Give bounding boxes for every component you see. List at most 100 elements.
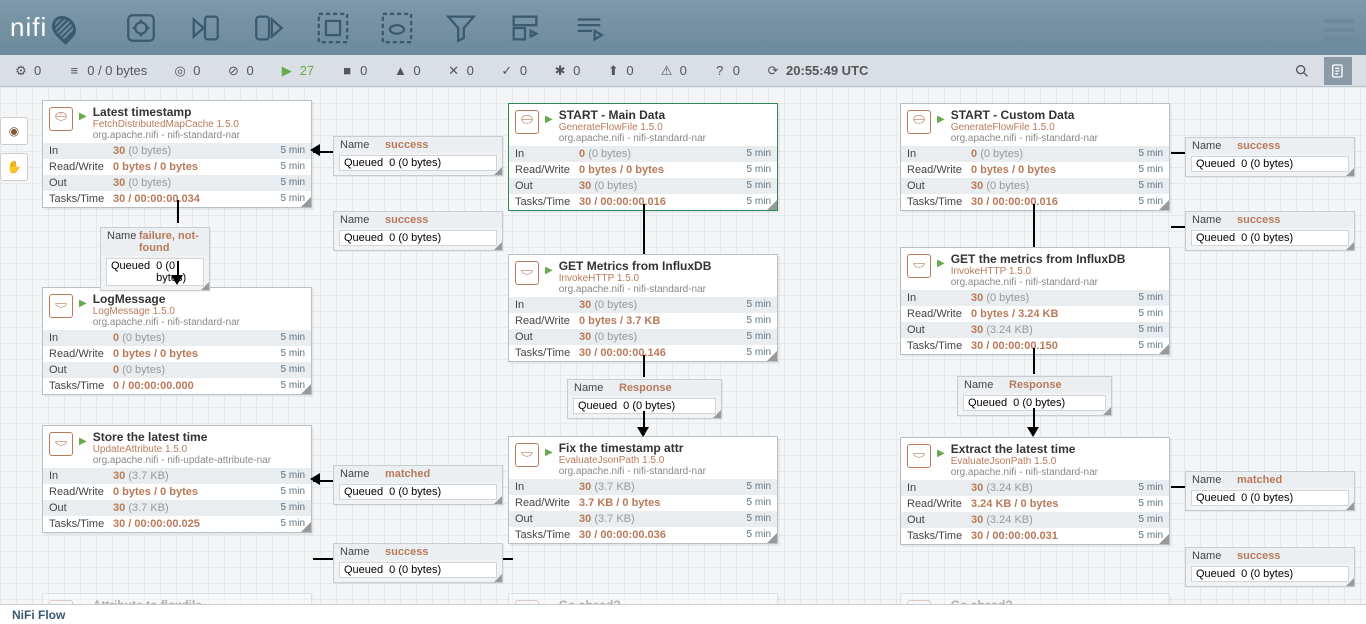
processor-bundle: org.apache.nifi - nifi-standard-nar [951,277,1126,288]
add-process-group-icon[interactable] [315,10,351,46]
processor-icon [515,261,539,285]
arrow-head-icon [310,144,320,156]
operate-tool-icon[interactable]: ✋ [0,153,28,181]
processor-start-custom-data[interactable]: ▶ START - Custom Data GenerateFlowFile 1… [900,103,1170,211]
status-sync-failure: ⚠0 [660,63,687,78]
bulletin-button[interactable] [1324,57,1352,85]
arrow-line [1033,204,1035,247]
status-refresh[interactable]: ⟳20:55:49 UTC [766,63,868,78]
processor-title: START - Custom Data [951,108,1098,122]
arrow-head-icon [310,473,320,485]
arrow-head-icon [1027,427,1039,437]
processor-title: LogMessage [93,292,240,306]
processor-latest-timestamp[interactable]: ▶ Latest timestamp FetchDistributedMapCa… [42,100,312,208]
arrow-line [643,204,645,254]
processor-get-the-metrics-influxdb[interactable]: ▶ GET the metrics from InfluxDB InvokeHT… [900,247,1170,355]
connection-success-6[interactable]: Namesuccess Queued0 (0 bytes) [1185,547,1355,587]
search-button[interactable] [1288,57,1316,85]
connection-success-1[interactable]: Namesuccess Queued0 (0 bytes) [333,136,503,176]
status-threads: ⚙0 [14,63,41,78]
arrow-line [1171,152,1185,154]
arrow-line [177,200,179,223]
run-status-icon: ▶ [937,258,945,269]
operate-palette: ◉ ✋ [0,117,28,181]
flow-canvas[interactable]: ◉ ✋ ▶ Latest timestamp FetchDistributedM… [0,87,1366,604]
connection-matched-2[interactable]: Namematched Queued0 (0 bytes) [1185,471,1355,511]
status-stopped: ■0 [340,63,367,78]
run-status-icon: ▶ [545,114,553,125]
header-toolbar: nifi [0,0,1366,55]
processor-type: InvokeHTTP 1.5.0 [559,273,712,284]
add-funnel-icon[interactable] [443,10,479,46]
processor-icon [907,444,931,468]
add-template-icon[interactable] [507,10,543,46]
status-running: ▶27 [280,63,314,78]
processor-title: Latest timestamp [93,105,240,119]
arrow-line [1033,348,1035,374]
connection-success-4[interactable]: Namesuccess Queued0 (0 bytes) [1185,137,1355,177]
logo-text: nifi [10,12,47,43]
processor-store-latest-time[interactable]: ▶ Store the latest time UpdateAttribute … [42,425,312,533]
status-locally-modified: ✱0 [553,63,580,78]
run-status-icon: ▶ [545,265,553,276]
processor-bundle: org.apache.nifi - nifi-standard-nar [951,133,1098,144]
processor-title: Fix the timestamp attr [559,441,706,455]
run-status-icon: ▶ [79,298,87,309]
processor-logmessage[interactable]: ▶ LogMessage LogMessage 1.5.0 org.apache… [42,287,312,395]
processor-icon [515,110,539,134]
breadcrumb-root[interactable]: NiFi Flow [12,608,65,622]
processor-icon [515,443,539,467]
processor-get-metrics-influxdb[interactable]: ▶ GET Metrics from InfluxDB InvokeHTTP 1… [508,254,778,362]
processor-title: START - Main Data [559,108,706,122]
connection-success-5[interactable]: Namesuccess Queued0 (0 bytes) [1185,211,1355,251]
add-output-port-icon[interactable] [251,10,287,46]
processor-icon [49,432,73,456]
connection-matched-1[interactable]: Namematched Queued0 (0 bytes) [333,465,503,505]
processor-icon [907,254,931,278]
arrow-line [1171,226,1185,228]
arrow-head-icon [637,427,649,437]
processor-icon [49,107,73,131]
processor-bundle: org.apache.nifi - nifi-update-attribute-… [93,455,271,466]
processor-bundle: org.apache.nifi - nifi-standard-nar [951,467,1098,478]
processor-go-ahead-1[interactable]: ▶ Go ahead? RouteOnAttribute 1.5.0 [508,593,778,604]
run-status-icon: ▶ [79,111,87,122]
processor-fix-timestamp-attr[interactable]: ▶ Fix the timestamp attr EvaluateJsonPat… [508,436,778,544]
logo-drop-icon [47,11,81,45]
processor-type: UpdateAttribute 1.5.0 [93,444,271,455]
arrow-head-icon [171,275,183,285]
arrow-line [1171,486,1185,488]
processor-icon [907,110,931,134]
status-invalid: ▲0 [393,63,420,78]
status-transmitting: ◎0 [173,63,200,78]
connection-success-3[interactable]: Namesuccess Queued0 (0 bytes) [333,543,503,583]
processor-attribute-to-flowfile[interactable]: ▶ Attribute to flowfile ReplaceText 1.5.… [42,593,312,604]
arrow-line [313,558,333,560]
processor-type: GenerateFlowFile 1.5.0 [559,122,706,133]
status-bar: ⚙0 ≡0 / 0 bytes ◎0 ⊘0 ▶27 ■0 ▲0 ✕0 ✓0 ✱0… [0,55,1366,87]
add-input-port-icon[interactable] [187,10,223,46]
logo: nifi [10,12,75,43]
add-processor-icon[interactable] [123,10,159,46]
navigate-tool-icon[interactable]: ◉ [0,117,28,145]
run-status-icon: ▶ [937,448,945,459]
processor-type: InvokeHTTP 1.5.0 [951,266,1126,277]
processor-title: GET the metrics from InfluxDB [951,252,1126,266]
connection-failure-notfound[interactable]: Namefailure, not-found Queued0 (0 bytes) [100,227,210,291]
processor-go-ahead-2[interactable]: ▶ Go ahead? RouteOnAttribute 1.5.0 [900,593,1170,604]
processor-type: GenerateFlowFile 1.5.0 [951,122,1098,133]
processor-extract-latest-time[interactable]: ▶ Extract the latest time EvaluateJsonPa… [900,437,1170,545]
global-menu-icon[interactable] [1324,14,1354,46]
run-status-icon: ▶ [545,447,553,458]
processor-bundle: org.apache.nifi - nifi-standard-nar [93,130,240,141]
processor-type: FetchDistributedMapCache 1.5.0 [93,119,240,130]
processor-type: EvaluateJsonPath 1.5.0 [951,456,1098,467]
run-status-icon: ▶ [937,114,945,125]
status-not-transmitting: ⊘0 [226,63,253,78]
status-disabled: ✕0 [447,63,474,78]
connection-success-2[interactable]: Namesuccess Queued0 (0 bytes) [333,211,503,251]
add-remote-group-icon[interactable] [379,10,415,46]
processor-start-main-data[interactable]: ▶ START - Main Data GenerateFlowFile 1.5… [508,103,778,211]
add-label-icon[interactable] [571,10,607,46]
status-stale: ⬆0 [606,63,633,78]
